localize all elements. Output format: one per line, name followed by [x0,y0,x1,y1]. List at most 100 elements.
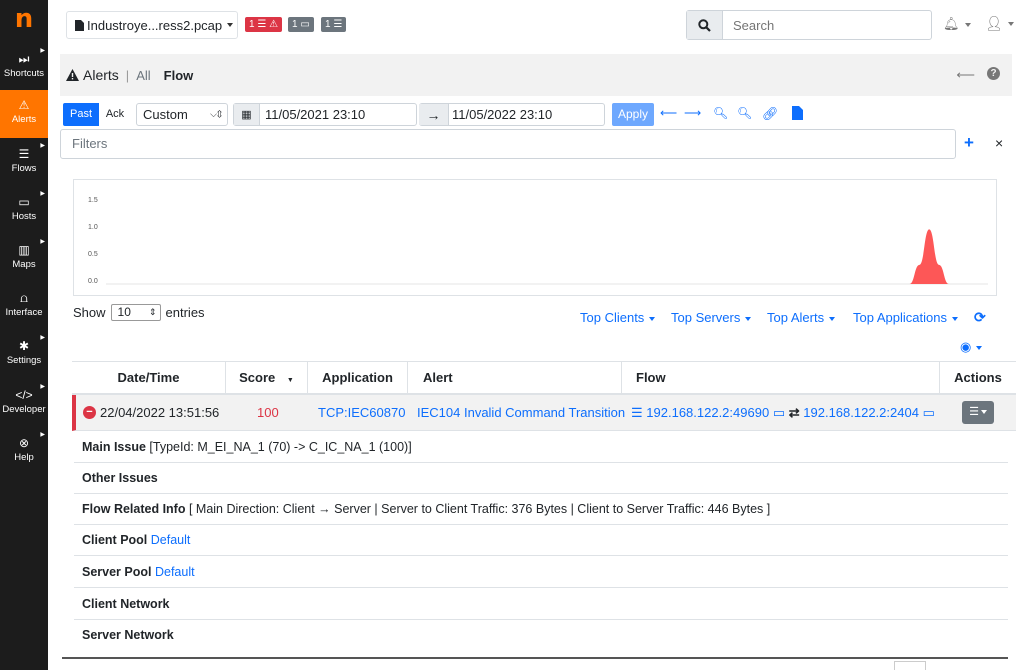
select-arrows-icon: ⌵⇕ [210,109,222,119]
sidebar-item-settings[interactable]: ▶ ✱ Settings [0,331,48,379]
add-filter-icon[interactable]: + [964,133,974,153]
column-header-actions: Actions [954,370,1002,385]
flow-details-icon[interactable]: ☰ [631,405,643,420]
lifebuoy-icon: ⊗ [18,436,30,450]
search-icon[interactable] [687,11,723,39]
caret-right-icon: ▶ [40,384,45,390]
client-pool-link[interactable]: Default [151,533,191,547]
actions-button[interactable]: ☰ [962,401,994,424]
detail-label: Main Issue [82,440,146,454]
detail-server-pool: Server Pool Default [74,557,1008,588]
page-control[interactable] [894,661,926,670]
detail-label: Other Issues [82,471,158,485]
flow-server-link[interactable]: 192.168.122.2:2404 [803,405,919,420]
top-applications-dropdown[interactable]: Top Applications [853,310,958,325]
filters-input[interactable]: Filters [60,129,956,159]
help-icon[interactable]: ? [987,67,1000,80]
eye-icon[interactable]: ◉ [960,339,983,355]
top-alerts-dropdown[interactable]: Top Alerts [767,310,836,325]
detail-label: Client Pool [82,533,148,547]
collapse-icon[interactable]: − [83,406,96,419]
interface-selector[interactable]: Industroye...ress2.pcap [66,11,238,39]
code-icon: </> [15,388,33,402]
sidebar-item-flows[interactable]: ▶ ☰ Flows [0,139,48,187]
column-header-application[interactable]: Application [308,362,408,394]
top-servers-dropdown[interactable]: Top Servers [671,310,752,325]
apply-button[interactable]: Apply [612,103,654,126]
sidebar-item-alerts[interactable]: ⚠ Alerts [0,90,48,138]
chevron-down-icon [951,316,958,321]
row-datetime: 22/04/2022 13:51:56 [100,405,220,420]
ntopng-logo[interactable]: n [0,0,48,38]
show-label: Show [73,305,106,320]
caret-right-icon: ▶ [40,335,45,341]
sidebar-item-label: Shortcuts [3,68,45,79]
engaged-alerts-badge[interactable]: 1 ☰ ⚠ [245,17,283,32]
bell-icon[interactable]: 🔔︎ [943,16,971,32]
zoom-out-icon[interactable]: 🔍︎ [737,106,752,120]
top-clients-dropdown[interactable]: Top Clients [580,310,656,325]
ack-button[interactable]: Ack [99,103,131,126]
time-forward-icon[interactable]: ⟶ [684,106,701,120]
link-icon[interactable]: 🔗︎ [762,106,779,122]
hosts-badge[interactable]: 1 ▭ [288,17,314,32]
row-alert-link[interactable]: IEC104 Invalid Command Transition [417,395,625,430]
search-input[interactable] [723,11,923,39]
close-icon[interactable]: × [995,135,1003,151]
refresh-icon[interactable]: ⟳ [974,309,986,326]
laptop-icon[interactable]: ▭ [773,405,785,420]
top-navbar: Industroye...ress2.pcap 1 ☰ ⚠ 1 ▭ 1 ☰ 🔔︎… [48,0,1024,52]
breadcrumb-all[interactable]: All [136,68,150,83]
breadcrumb-flow[interactable]: Flow [164,68,194,83]
calendar-icon: ▦ [234,104,260,125]
fast-forward-icon: ⏭ [18,52,30,66]
detail-label: Client Network [82,597,170,611]
chevron-down-icon [227,23,234,27]
begin-date-field[interactable]: ▦ 11/05/2021 23:10 [233,103,417,126]
entries-control: Show 10 ⇕ entries [73,304,205,321]
top-applications-label: Top Applications [853,310,947,325]
time-back-icon[interactable]: ⟵ [660,106,677,120]
gear-icon: ✱ [18,339,30,353]
table-row[interactable]: − 22/04/2022 13:51:56 100 TCP:IEC60870 I… [72,395,1016,431]
sidebar: n ▶ ⏭ Shortcuts ⚠ Alerts ▶ ☰ Flows ▶ ▭ H… [0,0,48,670]
sidebar-item-label: Maps [12,259,36,270]
flows-badge[interactable]: 1 ☰ [321,17,347,32]
flow-client-link[interactable]: 192.168.122.2:49690 [646,405,769,420]
detail-client-network: Client Network [74,589,1008,620]
top-clients-label: Top Clients [580,310,645,325]
column-header-flow[interactable]: Flow [622,362,940,394]
row-flow: ☰ 192.168.122.2:49690 ▭ ⇄ 192.168.122.2:… [631,395,935,430]
chevron-down-icon [649,316,656,321]
sidebar-item-hosts[interactable]: ▶ ▭ Hosts [0,187,48,235]
sidebar-item-interface[interactable]: ⩍ Interface [0,283,48,331]
range-select[interactable]: Custom ⌵⇕ [136,103,228,126]
column-header-alert[interactable]: Alert [408,362,622,394]
logo-text: n [14,4,34,34]
server-pool-link[interactable]: Default [155,565,195,579]
alerts-chart: 1.5 1.0 0.5 0.0 [73,179,997,296]
entries-select[interactable]: 10 ⇕ [110,304,161,321]
caret-right-icon: ▶ [40,191,45,197]
zoom-in-icon[interactable]: 🔍︎ [713,106,728,120]
column-header-datetime[interactable]: Date/Time [72,362,226,394]
page-title: Alerts [83,67,119,83]
table-bottom-border [62,657,1008,659]
detail-server-network: Server Network [74,620,1008,651]
sidebar-item-maps[interactable]: ▶ ▥ Maps [0,235,48,283]
past-button[interactable]: Past [63,103,99,126]
row-score: 100 [257,405,279,420]
sidebar-item-shortcuts[interactable]: ▶ ⏭ Shortcuts [0,44,48,92]
sidebar-item-developer[interactable]: ▶ </> Developer [0,380,48,428]
user-icon[interactable]: 👤︎ [985,15,1014,32]
column-header-score[interactable]: Score ▼ [226,362,308,394]
back-arrow-icon[interactable]: ⟵ [956,67,975,83]
sidebar-item-label: Hosts [11,211,37,222]
end-date-field[interactable]: → 11/05/2022 23:10 [419,103,605,126]
laptop-icon[interactable]: ▭ [923,405,935,420]
detail-client-pool: Client Pool Default [74,525,1008,556]
sidebar-item-help[interactable]: ▶ ⊗ Help [0,428,48,476]
report-icon[interactable] [792,106,803,123]
warning-icon: ⚠ [18,98,30,112]
row-application-link[interactable]: TCP:IEC60870 [318,395,405,430]
